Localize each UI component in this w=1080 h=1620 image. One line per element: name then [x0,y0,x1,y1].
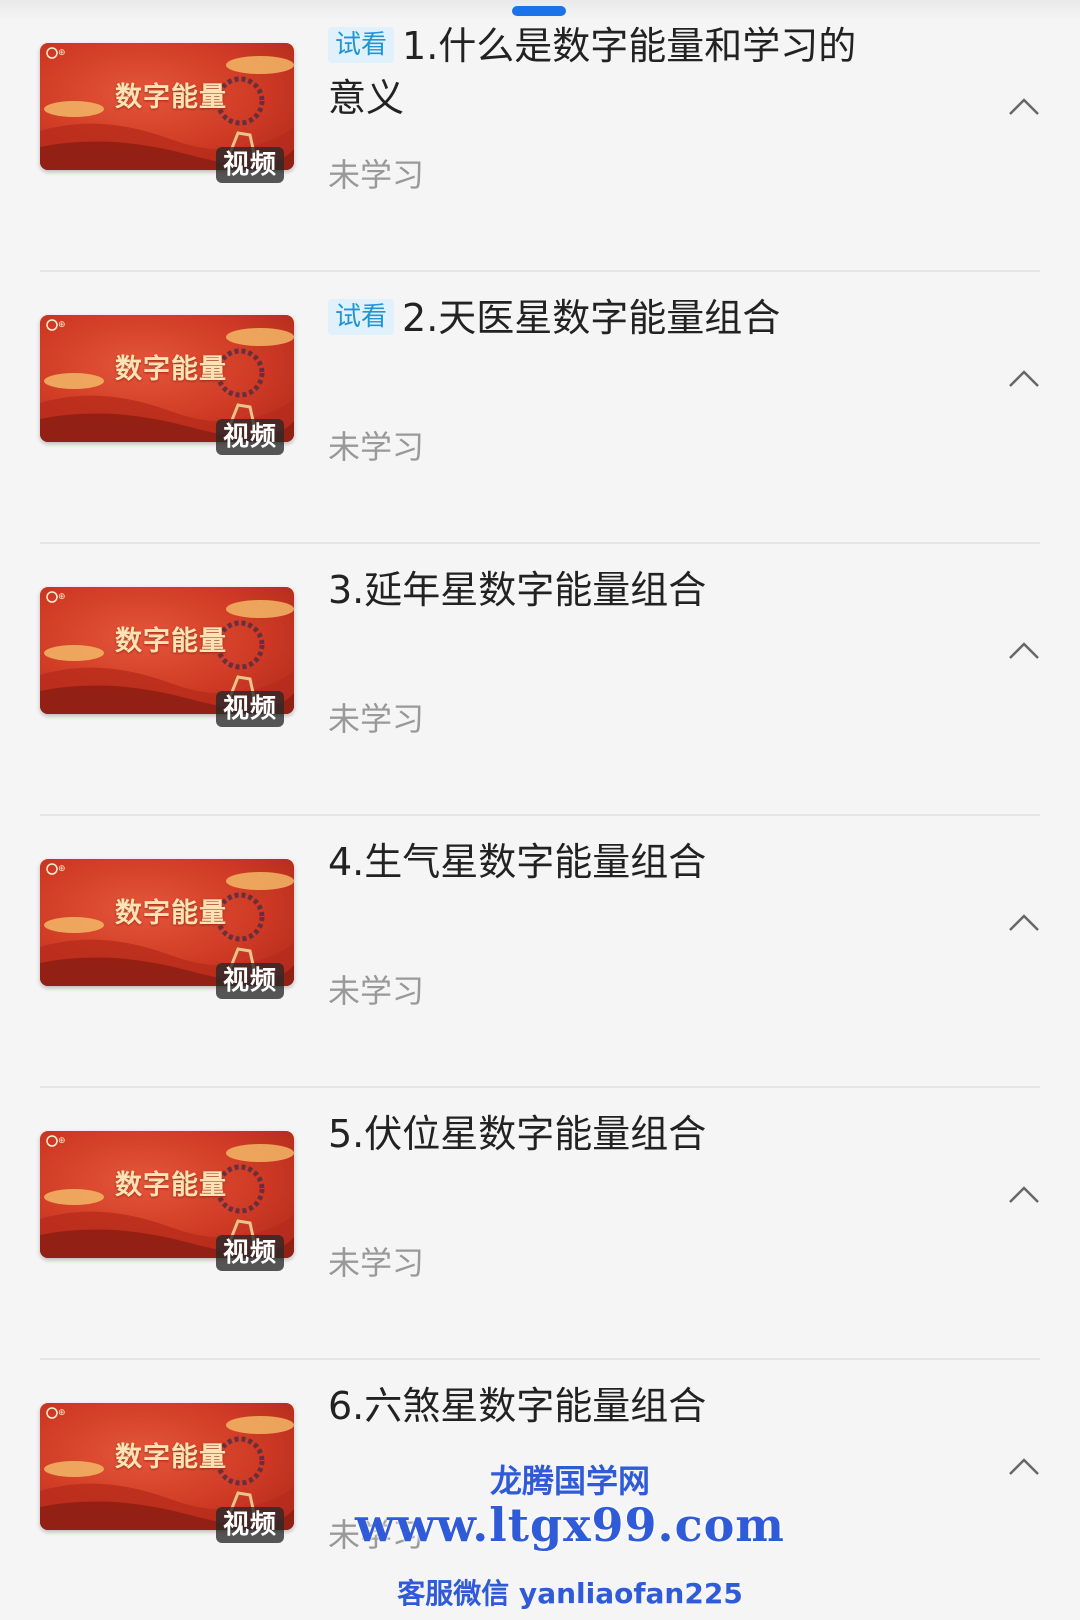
video-badge: 视频 [216,963,285,999]
chevron-up-icon[interactable] [1008,1184,1040,1204]
lesson-status: 未学习 [328,972,425,1010]
lesson-row-2[interactable]: ⊕ 数字能量 视频 试看 2.天医星数字能量组合 未学习 [0,272,1080,544]
thumbnail-title: 数字能量 [115,626,227,657]
video-badge: 视频 [216,147,285,183]
thumbnail-title: 数字能量 [115,82,227,113]
course-lesson-list: ⊕ 数字能量 视频 试看 1.什么是数字能量和学习的意义 未学习 ⊕ 数字能量 … [0,0,1080,1620]
chevron-up-icon[interactable] [1008,1456,1040,1476]
chevron-up-icon[interactable] [1008,96,1040,116]
lesson-title[interactable]: 4.生气星数字能量组合 [328,836,888,888]
trial-tag: 试看 [328,299,395,335]
lesson-thumbnail[interactable]: ⊕ 数字能量 视频 [40,315,294,455]
watermark-site-name: 龙腾国学网 [489,1462,650,1500]
lesson-thumbnail[interactable]: ⊕ 数字能量 视频 [40,859,294,999]
lesson-title[interactable]: 3.延年星数字能量组合 [328,564,888,616]
thumbnail-brand-mark: ⊕ [58,1136,66,1146]
lesson-thumbnail[interactable]: ⊕ 数字能量 视频 [40,43,294,183]
lesson-title[interactable]: 6.六煞星数字能量组合 [328,1380,888,1432]
thumbnail-brand-mark: ⊕ [58,592,66,602]
chevron-up-icon[interactable] [1008,368,1040,388]
video-badge: 视频 [216,1235,285,1271]
watermark-url: www.ltgx99.com [355,1498,785,1552]
lesson-row-5[interactable]: ⊕ 数字能量 视频 5.伏位星数字能量组合 未学习 [0,1088,1080,1360]
thumbnail-brand-mark: ⊕ [58,320,66,330]
chevron-up-icon[interactable] [1008,912,1040,932]
video-badge: 视频 [216,691,285,727]
thumbnail-title: 数字能量 [115,1442,227,1473]
lesson-thumbnail[interactable]: ⊕ 数字能量 视频 [40,1403,294,1543]
thumbnail-brand-mark: ⊕ [58,48,66,58]
lesson-status: 未学习 [328,700,425,738]
lesson-title-text: 5.伏位星数字能量组合 [328,1112,707,1156]
lesson-title-text: 6.六煞星数字能量组合 [328,1384,707,1428]
thumbnail-brand-mark: ⊕ [58,864,66,874]
lesson-status: 未学习 [328,156,425,194]
thumbnail-brand-mark: ⊕ [58,1408,66,1418]
lesson-title[interactable]: 试看 2.天医星数字能量组合 [328,292,888,344]
lesson-title[interactable]: 试看 1.什么是数字能量和学习的意义 [328,20,888,124]
lesson-row-1[interactable]: ⊕ 数字能量 视频 试看 1.什么是数字能量和学习的意义 未学习 [0,0,1080,272]
lesson-status: 未学习 [328,1244,425,1282]
video-badge: 视频 [216,419,285,455]
lesson-title-text: 1.什么是数字能量和学习的意义 [328,24,857,120]
lesson-title-text: 2.天医星数字能量组合 [402,296,781,340]
video-badge: 视频 [216,1507,285,1543]
thumbnail-title: 数字能量 [115,898,227,929]
lesson-row-4[interactable]: ⊕ 数字能量 视频 4.生气星数字能量组合 未学习 [0,816,1080,1088]
lesson-title-text: 4.生气星数字能量组合 [328,840,707,884]
thumbnail-title: 数字能量 [115,1170,227,1201]
lesson-thumbnail[interactable]: ⊕ 数字能量 视频 [40,1131,294,1271]
watermark-contact: 客服微信 yanliaofan225 [397,1577,743,1610]
thumbnail-title: 数字能量 [115,354,227,385]
lesson-title[interactable]: 5.伏位星数字能量组合 [328,1108,888,1160]
chevron-up-icon[interactable] [1008,640,1040,660]
lesson-title-text: 3.延年星数字能量组合 [328,568,707,612]
lesson-status: 未学习 [328,428,425,466]
trial-tag: 试看 [328,27,395,63]
lesson-thumbnail[interactable]: ⊕ 数字能量 视频 [40,587,294,727]
lesson-row-3[interactable]: ⊕ 数字能量 视频 3.延年星数字能量组合 未学习 [0,544,1080,816]
